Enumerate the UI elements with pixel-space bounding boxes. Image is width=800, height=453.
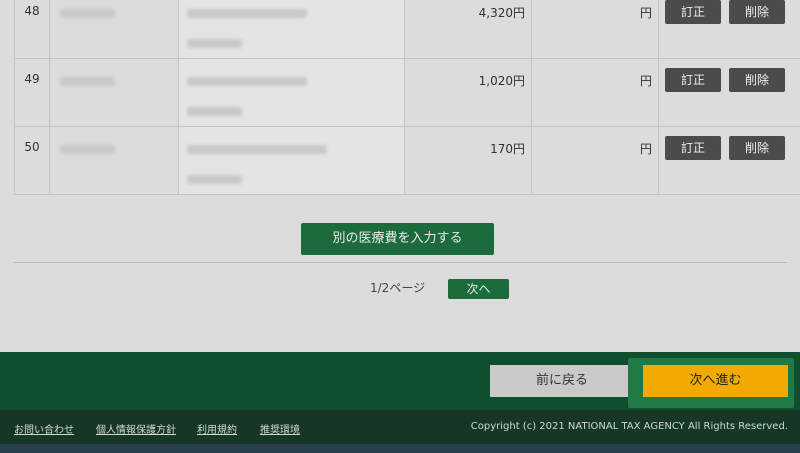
page-indicator: 1/2ページ [370, 281, 426, 295]
divider [14, 262, 787, 263]
row-number: 48 [14, 0, 50, 59]
compensation-amount-cell: 円 [531, 126, 659, 195]
medical-expense-table: 48 4,320円 円 訂正 削除 49 1,020円 円 訂正 削除 50 1… [14, 0, 800, 195]
copyright: Copyright (c) 2021 NATIONAL TAX AGENCY A… [470, 421, 788, 432]
main-content: 48 4,320円 円 訂正 削除 49 1,020円 円 訂正 削除 50 1… [0, 0, 800, 352]
footer: お問い合わせ 個人情報保護方針 利用規約 推奨環境 Copyright (c) … [0, 410, 800, 444]
correct-button[interactable]: 訂正 [665, 68, 721, 92]
row-number: 49 [14, 58, 50, 127]
action-bar: 前に戻る 次へ進む [0, 352, 800, 410]
table-row: 48 4,320円 円 訂正 削除 [14, 0, 800, 59]
correct-button[interactable]: 訂正 [665, 136, 721, 160]
patient-name-cell [49, 0, 179, 59]
row-actions: 訂正 削除 [658, 58, 800, 127]
amount-cell: 4,320円 [404, 0, 532, 59]
row-actions: 訂正 削除 [658, 0, 800, 59]
next-button-highlight: 次へ進む [628, 358, 794, 408]
row-number: 50 [14, 126, 50, 195]
hospital-detail-cell [178, 126, 405, 195]
compensation-amount-cell: 円 [531, 0, 659, 59]
add-medical-expense-button[interactable]: 別の医療費を入力する [301, 223, 494, 255]
compensation-amount-cell: 円 [531, 58, 659, 127]
table-row: 49 1,020円 円 訂正 削除 [14, 58, 800, 127]
amount-cell: 1,020円 [404, 58, 532, 127]
footer-link-privacy[interactable]: 個人情報保護方針 [96, 421, 176, 436]
next-page-button[interactable]: 次へ [448, 279, 509, 299]
hospital-detail-cell [178, 58, 405, 127]
patient-name-cell [49, 126, 179, 195]
row-actions: 訂正 削除 [658, 126, 800, 195]
delete-button[interactable]: 削除 [729, 136, 785, 160]
hospital-detail-cell [178, 0, 405, 59]
delete-button[interactable]: 削除 [729, 0, 785, 24]
correct-button[interactable]: 訂正 [665, 0, 721, 24]
table-row: 50 170円 円 訂正 削除 [14, 126, 800, 195]
delete-button[interactable]: 削除 [729, 68, 785, 92]
pagination: 1/2ページ [370, 279, 425, 296]
bottom-strip [0, 444, 800, 453]
footer-link-contact[interactable]: お問い合わせ [14, 421, 74, 436]
patient-name-cell [49, 58, 179, 127]
proceed-button[interactable]: 次へ進む [643, 365, 788, 397]
amount-cell: 170円 [404, 126, 532, 195]
footer-link-environment[interactable]: 推奨環境 [260, 421, 300, 436]
footer-link-terms[interactable]: 利用規約 [197, 421, 237, 436]
back-button[interactable]: 前に戻る [490, 365, 634, 397]
